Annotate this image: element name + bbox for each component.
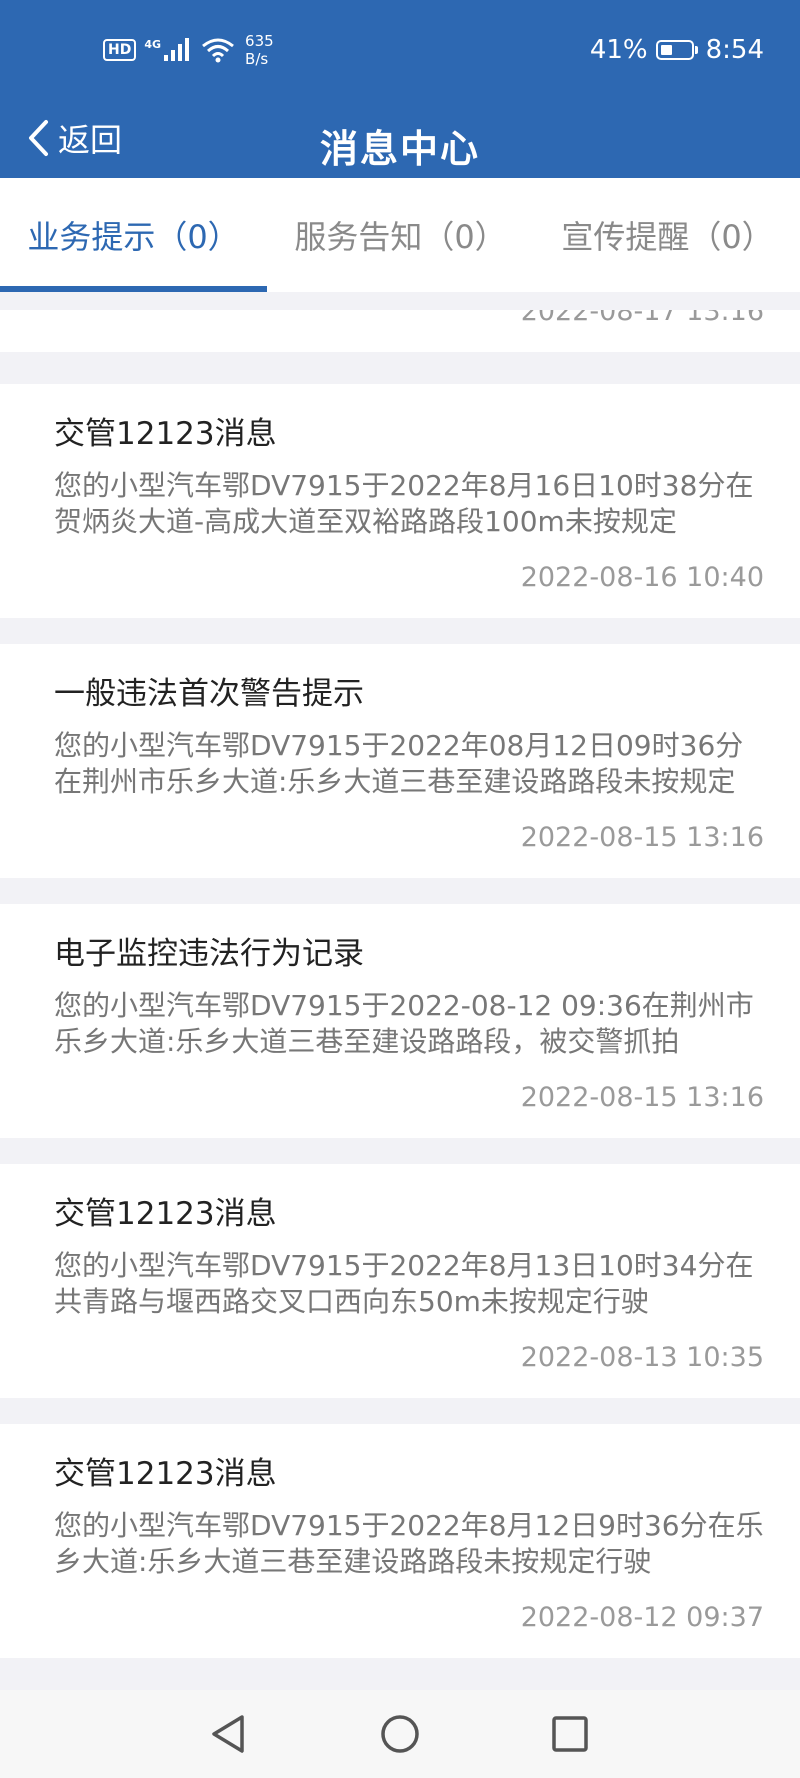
network-type: 4G: [144, 37, 162, 51]
system-back-button[interactable]: [198, 1704, 258, 1764]
status-right: 41% 8:54: [590, 32, 764, 68]
message-title: 交管12123消息: [54, 416, 277, 452]
message-body: 您的小型汽车鄂DV7915于2022年8月12日9时36分在乐乡大道:乐乡大道三…: [54, 1509, 764, 1578]
message-body: 您的小型汽车鄂DV7915于2022年08月12日09时36分在荆州市乐乡大道:…: [54, 729, 744, 798]
signal-icon: [164, 38, 190, 61]
hd-badge: HD: [103, 39, 137, 61]
net-speed-value: 635: [245, 32, 274, 50]
circle-home-icon: [381, 1715, 419, 1753]
message-title: 一般违法首次警告提示: [54, 676, 364, 712]
wifi-icon: [202, 38, 234, 63]
clock: 8:54: [705, 35, 764, 65]
tab-promo-reminders[interactable]: 宣传提醒（0）: [534, 178, 800, 292]
list-item[interactable]: 一般违法首次警告提示 您的小型汽车鄂DV7915于2022年08月12日09时3…: [0, 644, 800, 878]
message-title: 电子监控违法行为记录: [54, 936, 364, 972]
message-time: 2022-08-16 10:40: [520, 562, 764, 593]
battery-percent: 41%: [589, 35, 648, 65]
message-body: 您的小型汽车鄂DV7915于2022年8月16日10时38分在贺炳炎大道-高成大…: [54, 469, 754, 538]
battery-level-fill: [660, 45, 672, 55]
tab-business-tips[interactable]: 业务提示（0）: [0, 178, 267, 292]
net-speed-unit: B/s: [245, 50, 269, 68]
list-item[interactable]: 电子监控违法行为记录 您的小型汽车鄂DV7915于2022-08-12 09:3…: [0, 904, 800, 1138]
message-body: 您的小型汽车鄂DV7915于2022-08-12 09:36在荆州市乐乡大道:乐…: [54, 989, 754, 1058]
system-recents-button[interactable]: [540, 1704, 600, 1764]
battery-icon: [655, 40, 698, 60]
page-title: 消息中心: [319, 127, 480, 171]
message-time: 2022-08-12 09:37: [520, 1602, 764, 1633]
message-time: 2022-08-13 10:35: [520, 1342, 764, 1373]
tab-service-notices[interactable]: 服务告知（0）: [267, 178, 534, 292]
system-nav-bar: [0, 1690, 800, 1778]
tab-bar: 业务提示（0） 服务告知（0） 宣传提醒（0）: [0, 178, 800, 292]
message-time: 2022-08-17 13:16: [520, 310, 764, 327]
message-time: 2022-08-15 13:16: [520, 822, 764, 853]
triangle-back-icon: [212, 1715, 244, 1753]
system-home-button[interactable]: [370, 1704, 430, 1764]
status-bar: HD 4G 635 B/s 41% 8:54: [0, 0, 800, 100]
nav-bar: 返回 消息中心: [0, 100, 800, 178]
list-item[interactable]: 交管12123消息 您的小型汽车鄂DV7915于2022年8月12日9时36分在…: [0, 1424, 800, 1658]
app-header: HD 4G 635 B/s 41% 8:54 返回 消息中心: [0, 0, 800, 178]
square-recents-icon: [552, 1716, 588, 1752]
message-list[interactable]: 2022-08-17 13:16 交管12123消息 您的小型汽车鄂DV7915…: [0, 292, 800, 1690]
list-item[interactable]: 交管12123消息 您的小型汽车鄂DV7915于2022年8月13日10时34分…: [0, 1164, 800, 1398]
list-item[interactable]: 交管12123消息 您的小型汽车鄂DV7915于2022年8月16日10时38分…: [0, 384, 800, 618]
net-speed: 635 B/s: [245, 32, 274, 68]
message-title: 交管12123消息: [54, 1196, 277, 1232]
message-time: 2022-08-15 13:16: [520, 1082, 764, 1113]
message-body: 您的小型汽车鄂DV7915于2022年8月13日10时34分在共青路与堰西路交叉…: [54, 1249, 754, 1318]
message-title: 交管12123消息: [54, 1456, 277, 1492]
list-item[interactable]: 2022-08-17 13:16: [0, 310, 800, 352]
status-left: HD 4G 635 B/s: [103, 30, 274, 70]
